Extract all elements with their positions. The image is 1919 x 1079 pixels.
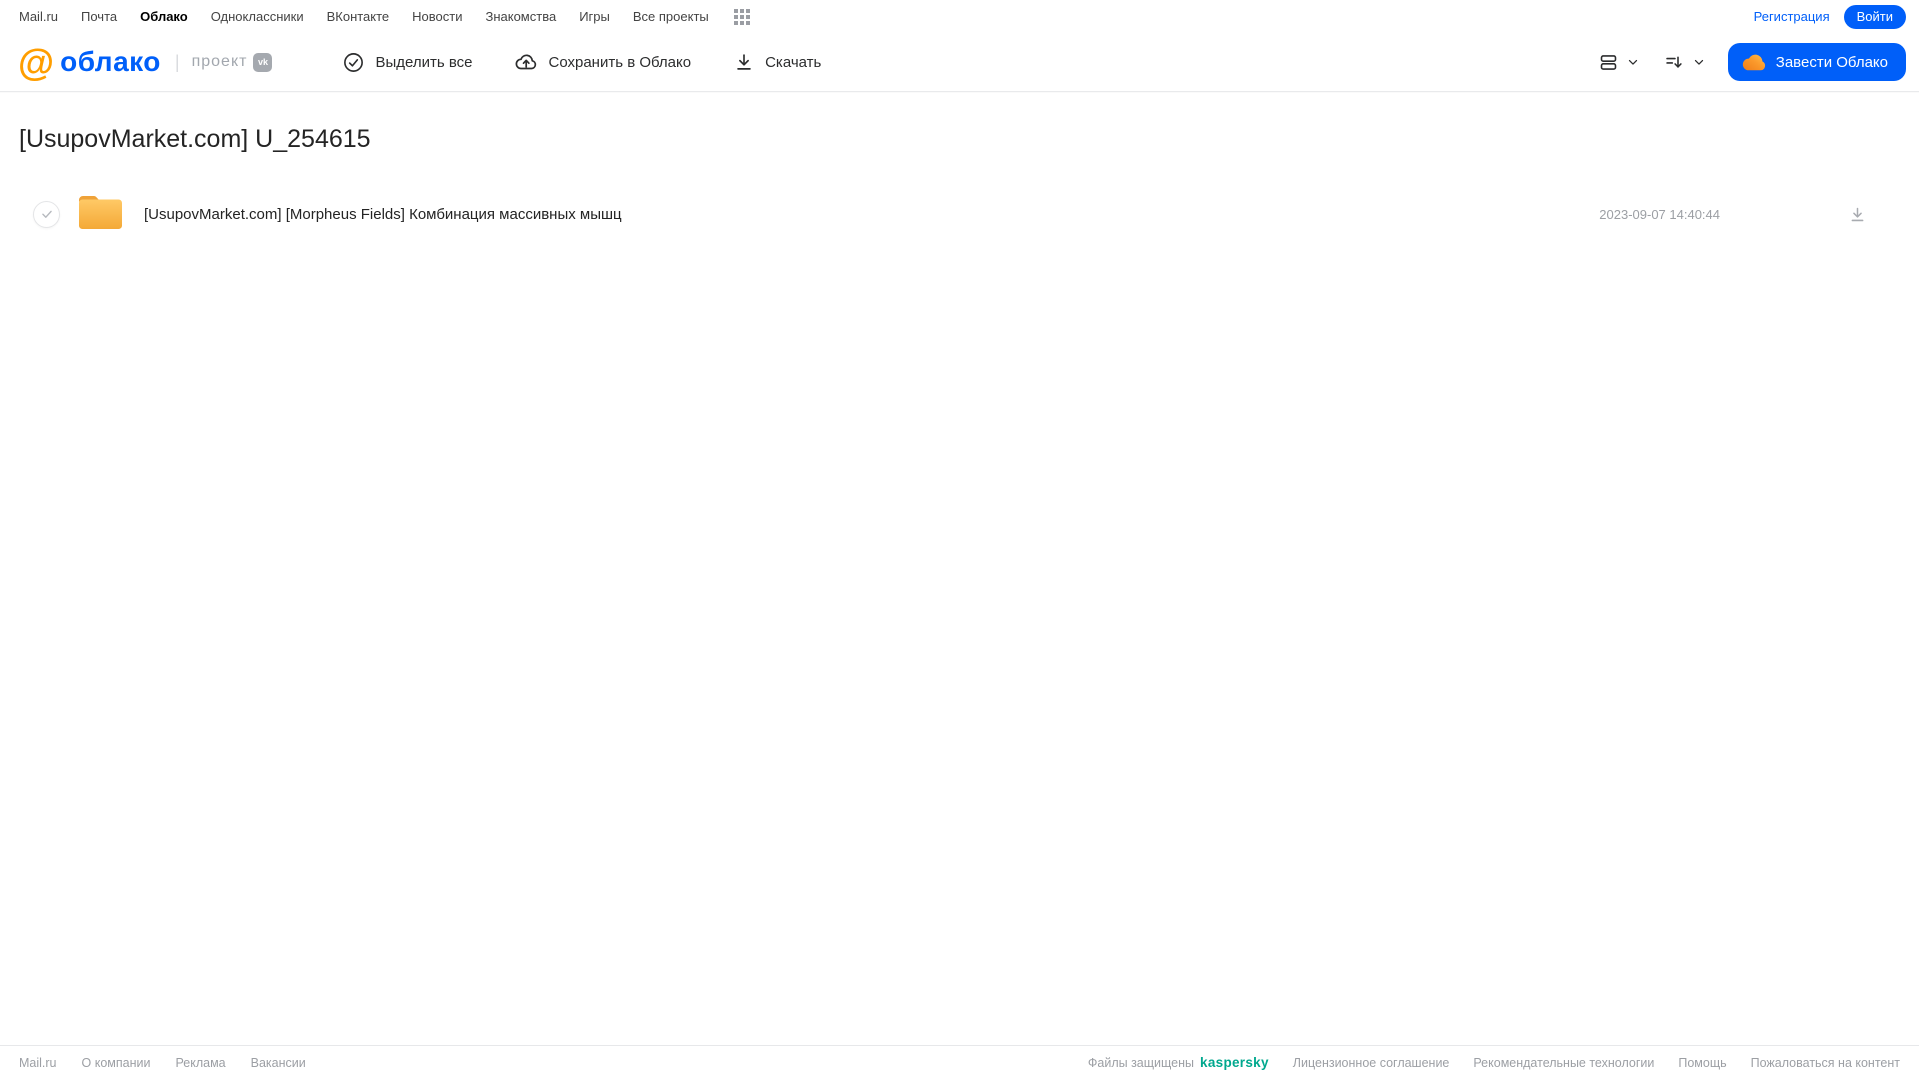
chevron-down-icon: [1692, 55, 1706, 69]
login-button[interactable]: Войти: [1843, 4, 1906, 29]
file-row[interactable]: [UsupovMarket.com] [Morpheus Fields] Ком…: [19, 192, 1900, 236]
save-to-cloud-label: Сохранить в Облако: [548, 53, 692, 71]
page-footer: Mail.ru О компании Реклама Вакансии Файл…: [0, 1045, 1919, 1079]
footer-link-ads[interactable]: Реклама: [175, 1056, 225, 1070]
view-sort-controls: [1598, 52, 1706, 73]
kaspersky-logo: kaspersky: [1200, 1055, 1269, 1070]
footer-link-jobs[interactable]: Вакансии: [251, 1056, 306, 1070]
nav-item-vkontakte[interactable]: ВКонтакте: [327, 9, 390, 24]
nav-item-igry[interactable]: Игры: [579, 9, 610, 24]
get-cloud-label: Завести Облако: [1775, 53, 1888, 71]
download-label: Скачать: [765, 53, 822, 71]
file-date: 2023-09-07 14:40:44: [1599, 206, 1720, 222]
get-cloud-button[interactable]: Завести Облако: [1727, 43, 1906, 81]
nav-item-odnoklassniki[interactable]: Одноклассники: [211, 9, 304, 24]
nav-item-znakomstva[interactable]: Знакомства: [485, 9, 556, 24]
cloud-color-icon: [1742, 53, 1766, 71]
sort-dropdown[interactable]: [1664, 52, 1706, 73]
footer-left-links: Mail.ru О компании Реклама Вакансии: [19, 1056, 306, 1070]
kaspersky-protection: Файлы защищены kaspersky: [1088, 1055, 1269, 1070]
logo-divider: |: [174, 51, 180, 72]
nav-item-novosti[interactable]: Новости: [412, 9, 462, 24]
sort-icon: [1664, 52, 1685, 73]
vk-badge-icon: vk: [253, 52, 273, 72]
folder-icon: [78, 193, 123, 235]
file-name-link[interactable]: [UsupovMarket.com] [Morpheus Fields] Ком…: [144, 206, 622, 223]
protected-label: Файлы защищены: [1087, 1055, 1195, 1070]
download-icon: [733, 51, 755, 73]
check-circle-icon: [342, 51, 365, 74]
file-list: [UsupovMarket.com] [Morpheus Fields] Ком…: [19, 192, 1900, 236]
portal-nav-links: Mail.ru Почта Облако Одноклассники ВКонт…: [19, 8, 750, 25]
footer-link-mailru[interactable]: Mail.ru: [19, 1056, 57, 1070]
footer-link-report[interactable]: Пожаловаться на контент: [1751, 1056, 1900, 1070]
select-all-button[interactable]: Выделить все: [342, 51, 472, 74]
view-mode-dropdown[interactable]: [1598, 52, 1640, 73]
apps-grid-icon[interactable]: [733, 8, 750, 25]
project-label: проект: [191, 53, 248, 70]
main-content: [UsupovMarket.com] U_254615 [UsupovMarke…: [0, 125, 1919, 236]
footer-right-links: Файлы защищены kaspersky Лицензионное со…: [1088, 1055, 1900, 1070]
portal-navbar: Mail.ru Почта Облако Одноклассники ВКонт…: [0, 0, 1919, 33]
save-to-cloud-button[interactable]: Сохранить в Облако: [514, 50, 691, 74]
cloud-logo-text: облако: [60, 46, 161, 77]
auth-controls: Регистрация Войти: [1754, 4, 1906, 29]
cloud-upload-icon: [514, 50, 538, 74]
row-checkbox[interactable]: [33, 200, 60, 228]
nav-item-oblako[interactable]: Облако: [140, 9, 188, 24]
app-header: @ облако | проект vk Выделить все Сохран…: [0, 33, 1919, 92]
registration-link[interactable]: Регистрация: [1754, 9, 1830, 24]
footer-link-about[interactable]: О компании: [82, 1056, 151, 1070]
page-title: [UsupovMarket.com] U_254615: [19, 125, 371, 153]
nav-item-mailru[interactable]: Mail.ru: [19, 9, 58, 24]
footer-link-license[interactable]: Лицензионное соглашение: [1293, 1056, 1450, 1070]
download-button[interactable]: Скачать: [733, 51, 821, 73]
footer-link-help[interactable]: Помощь: [1678, 1056, 1726, 1070]
list-view-icon: [1598, 52, 1619, 73]
footer-link-recommendations[interactable]: Рекомендательные технологии: [1473, 1056, 1654, 1070]
file-toolbar: Выделить все Сохранить в Облако Скачать: [342, 50, 821, 74]
row-download-icon[interactable]: [1848, 205, 1867, 224]
select-all-label: Выделить все: [375, 53, 473, 71]
cloud-logo[interactable]: @ облако | проект vk: [18, 41, 273, 83]
nav-item-vse-proekty[interactable]: Все проекты: [633, 9, 709, 24]
chevron-down-icon: [1626, 55, 1640, 69]
nav-item-pochta[interactable]: Почта: [81, 9, 117, 24]
mailru-at-icon: @: [18, 41, 55, 83]
